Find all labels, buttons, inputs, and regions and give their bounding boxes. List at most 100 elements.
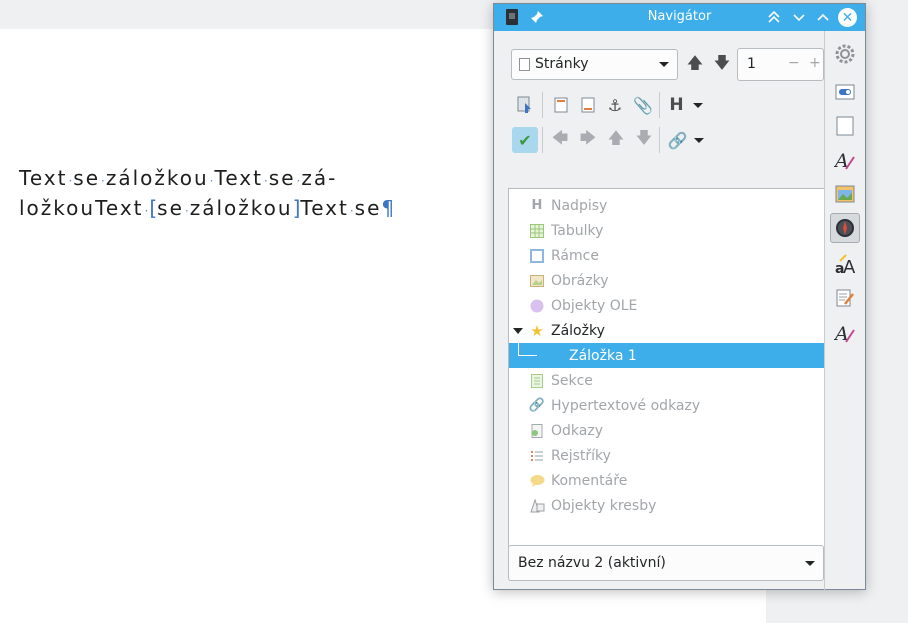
content-tree[interactable]: H Nadpisy Tabulky Rámce Obrázky Objekty O… — [508, 188, 824, 564]
header-button[interactable] — [548, 92, 574, 118]
drawing-object-icon — [529, 498, 545, 514]
heading-icon: H — [669, 95, 684, 115]
arrow-down-icon: 🡇 — [713, 52, 731, 72]
promote-chapter-button[interactable]: 🡄 — [547, 127, 573, 153]
sidebar-settings-button[interactable] — [830, 39, 860, 69]
sidebar-properties-button[interactable] — [830, 77, 860, 107]
close-button[interactable]: ✕ — [838, 8, 857, 27]
chevron-down-icon — [659, 62, 669, 67]
expand-arrow-icon[interactable] — [513, 327, 523, 334]
checkmark-icon: ✔ — [518, 130, 532, 150]
sidebar-gallery-button[interactable] — [830, 179, 860, 209]
close-icon: ✕ — [841, 9, 854, 26]
promote-level-button[interactable]: 🡅 — [603, 127, 629, 153]
index-icon — [529, 448, 545, 464]
arrow-down-icon: 🡇 — [635, 127, 653, 147]
image-icon — [529, 273, 545, 289]
page-number-value: 1 — [747, 56, 756, 72]
window-title: Navigátor — [647, 9, 712, 24]
toolbar-separator — [659, 92, 660, 118]
sidebar-manage-changes-button[interactable] — [830, 283, 860, 313]
tree-item-odkazy[interactable]: Odkazy — [509, 418, 824, 443]
chevron-down-icon — [805, 561, 815, 566]
tree-connector — [518, 343, 537, 356]
properties-icon — [835, 84, 855, 100]
tree-item-ramce[interactable]: Rámce — [509, 243, 824, 268]
demote-level-button[interactable]: 🡇 — [631, 127, 657, 153]
tree-item-rejstriky[interactable]: Rejstříky — [509, 443, 824, 468]
compass-icon — [836, 219, 854, 237]
styles-icon: A — [834, 150, 855, 171]
arrow-left-icon: 🡄 — [551, 127, 569, 147]
drag-mode-icon — [517, 96, 531, 113]
page-icon — [519, 58, 530, 71]
tree-item-objekty-ole[interactable]: Objekty OLE — [509, 293, 824, 318]
styles-icon: A — [834, 323, 855, 344]
spin-increase-button[interactable]: + — [809, 55, 821, 71]
text-line-1: Text·se·záložkou·Text·se·zá- — [19, 166, 338, 190]
document-text[interactable]: Text·se·záložkou·Text·se·zá- ložkouText·… — [19, 165, 396, 225]
navigator-content: Stránky 🡅 🡇 1 − + ⚓ 📎 H ✔ 🡄 🡆 🡅 🡇 🔗 H Na… — [494, 31, 824, 591]
page-icon — [836, 116, 854, 136]
sidebar-navigator-button[interactable] — [830, 213, 860, 243]
footer-icon — [581, 97, 595, 113]
tree-item-komentare[interactable]: Komentáře — [509, 468, 824, 493]
tree-item-sekce[interactable]: Sekce — [509, 368, 824, 393]
arrow-right-icon: 🡆 — [579, 127, 597, 147]
tree-item-nadpisy[interactable]: H Nadpisy — [509, 193, 824, 218]
star-icon: ★ — [530, 321, 544, 340]
paperclip-icon: 📎 — [633, 95, 653, 115]
frame-icon — [529, 248, 545, 264]
sidebar-page-styles-button[interactable]: aA — [830, 249, 860, 279]
insert-button[interactable]: 🔗 — [666, 127, 706, 153]
tree-item-hypertextove-odkazy[interactable]: 🔗 Hypertextové odkazy — [509, 393, 824, 418]
keep-above-icon[interactable] — [765, 8, 783, 26]
attachment-button[interactable]: 📎 — [630, 92, 656, 118]
sidebar-deck: A aA A — [824, 31, 866, 591]
previous-page-button[interactable]: 🡅 — [682, 52, 708, 78]
document-select[interactable]: Bez názvu 2 (aktivní) — [508, 545, 824, 581]
tree-item-zalozky[interactable]: ★ Záložky — [509, 318, 824, 343]
heading-icon: H — [531, 198, 543, 213]
navigator-window: Navigátor ✕ Stránky 🡅 🡇 1 − + ⚓ 📎 H ✔ 🡄 … — [493, 3, 866, 591]
toggle-button[interactable]: ✔ — [512, 127, 538, 153]
svg-text:A: A — [843, 257, 856, 275]
sidebar-design-button[interactable]: A — [830, 318, 860, 348]
heading-levels-button[interactable]: H — [666, 92, 706, 118]
maximize-icon[interactable] — [814, 8, 832, 26]
toolbar-separator — [542, 127, 543, 153]
arrow-up-icon: 🡅 — [686, 52, 704, 72]
chevron-down-icon — [694, 137, 705, 143]
text-line-2: ložkouText·[se·záložkou]Text·se¶ — [19, 196, 397, 220]
window-titlebar[interactable]: Navigátor ✕ — [494, 4, 865, 31]
header-icon — [554, 97, 568, 113]
anchor-button[interactable]: ⚓ — [602, 92, 628, 118]
tree-item-obrazky[interactable]: Obrázky — [509, 268, 824, 293]
minimize-icon[interactable] — [790, 8, 808, 26]
tree-item-zalozka-1[interactable]: Záložka 1 — [509, 343, 824, 368]
spin-decrease-button[interactable]: − — [788, 55, 800, 71]
tree-item-tabulky[interactable]: Tabulky — [509, 218, 824, 243]
demote-chapter-button[interactable]: 🡆 — [575, 127, 601, 153]
ole-object-icon — [529, 298, 545, 314]
page-number-stepper[interactable]: 1 − + — [737, 48, 824, 81]
anchor-icon: ⚓ — [607, 95, 623, 115]
sidebar-page-button[interactable] — [830, 111, 860, 141]
edit-document-icon — [836, 289, 854, 307]
toolbar-separator — [542, 92, 543, 118]
category-select[interactable]: Stránky — [511, 49, 678, 80]
next-page-button[interactable]: 🡇 — [709, 52, 735, 78]
bookmark-start-marker: [ — [149, 196, 158, 220]
hyperlink-icon: 🔗 — [667, 130, 688, 150]
drag-mode-button[interactable] — [512, 92, 538, 118]
chevron-down-icon — [692, 102, 703, 108]
footer-button[interactable] — [575, 92, 601, 118]
comment-icon — [529, 473, 545, 489]
gallery-icon — [835, 185, 855, 203]
text-style-icon: aA — [835, 254, 856, 275]
arrow-up-icon: 🡅 — [607, 127, 625, 147]
section-icon — [529, 373, 545, 389]
tree-item-objekty-kresby[interactable]: Objekty kresby — [509, 493, 824, 518]
hyperlink-icon: 🔗 — [528, 398, 546, 413]
sidebar-styles-button[interactable]: A — [830, 145, 860, 175]
